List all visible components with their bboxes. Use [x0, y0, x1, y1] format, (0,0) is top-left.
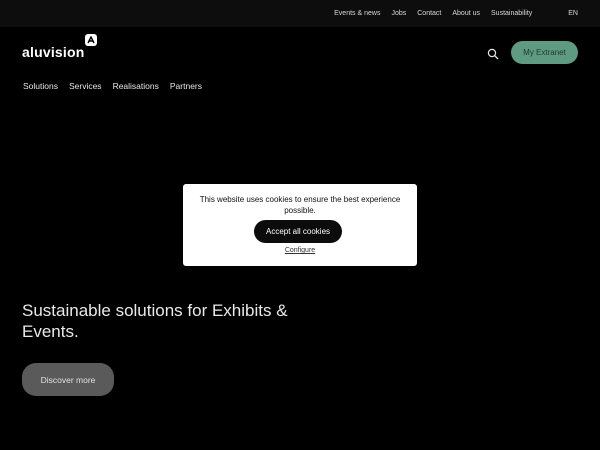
- topbar-link-sustainability[interactable]: Sustainability: [491, 10, 532, 17]
- top-utility-bar: Events & news Jobs Contact About us Sust…: [0, 0, 600, 27]
- topbar-link-jobs[interactable]: Jobs: [391, 10, 406, 17]
- logo-mark-icon: [85, 34, 98, 46]
- logo-wordmark: aluvision: [22, 44, 85, 60]
- main-navigation: Solutions Services Realisations Partners: [23, 81, 213, 91]
- language-switcher[interactable]: EN: [568, 10, 578, 17]
- configure-cookies-link[interactable]: Configure: [183, 247, 417, 254]
- accept-cookies-button[interactable]: Accept all cookies: [254, 220, 342, 243]
- nav-item-realisations[interactable]: Realisations: [113, 81, 159, 91]
- cookie-message: This website uses cookies to ensure the …: [199, 195, 401, 215]
- logo[interactable]: aluvision: [22, 34, 98, 60]
- my-extranet-button[interactable]: My Extranet: [511, 41, 578, 64]
- hero-title: Sustainable solutions for Exhibits & Eve…: [22, 301, 288, 341]
- cookie-banner: This website uses cookies to ensure the …: [183, 184, 417, 266]
- topbar-link-contact[interactable]: Contact: [417, 10, 441, 17]
- topbar-link-events[interactable]: Events & news: [334, 10, 380, 17]
- utility-links: Events & news Jobs Contact About us Sust…: [323, 0, 578, 27]
- search-icon[interactable]: [487, 48, 499, 60]
- nav-item-solutions[interactable]: Solutions: [23, 81, 58, 91]
- topbar-link-about[interactable]: About us: [452, 10, 480, 17]
- nav-item-services[interactable]: Services: [69, 81, 102, 91]
- discover-more-button[interactable]: Discover more: [22, 363, 114, 396]
- nav-item-partners[interactable]: Partners: [170, 81, 202, 91]
